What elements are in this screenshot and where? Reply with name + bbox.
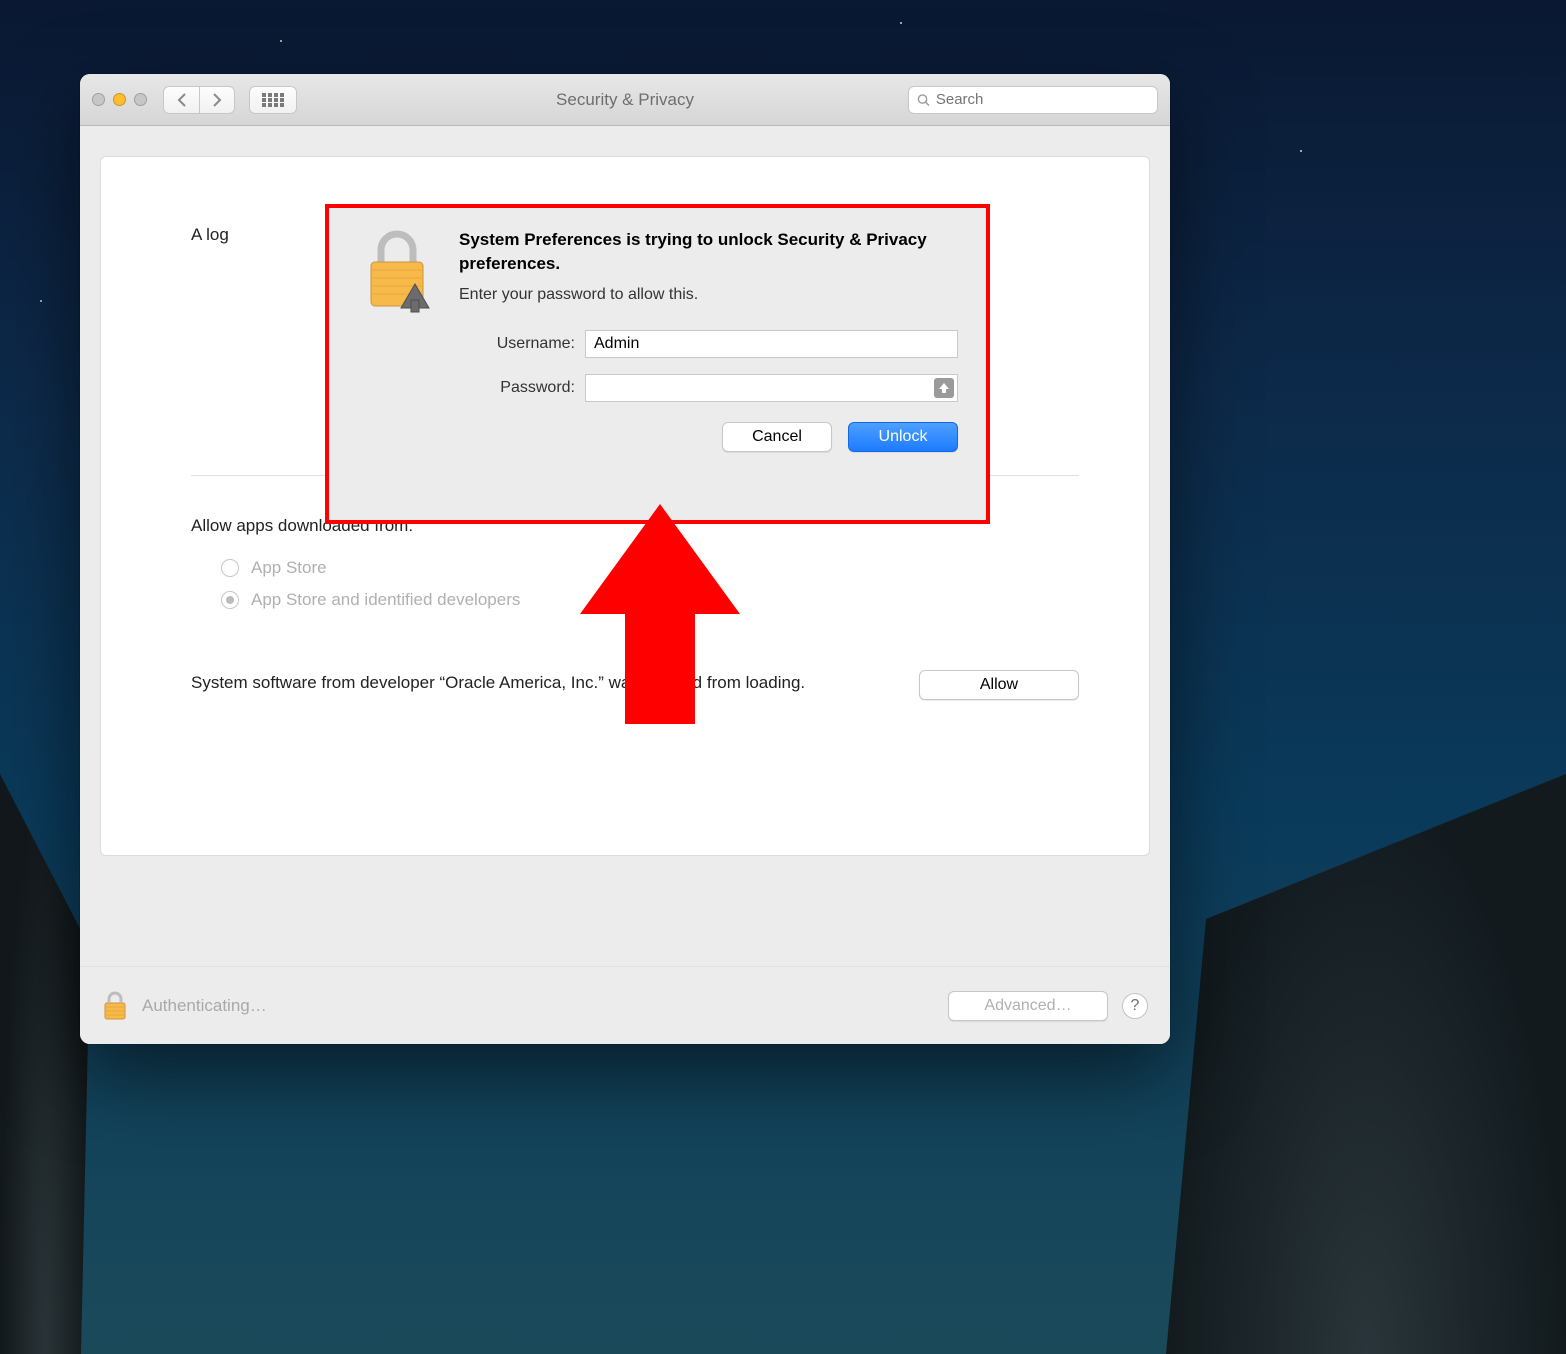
search-icon — [917, 93, 930, 107]
auth-status-label: Authenticating… — [142, 996, 267, 1016]
back-button[interactable] — [163, 86, 199, 114]
search-input[interactable] — [936, 91, 1149, 108]
background-rocks-right — [1166, 774, 1566, 1354]
annotation-arrow-icon — [580, 504, 740, 724]
cancel-button[interactable]: Cancel — [722, 422, 832, 452]
radio-app-store-label: App Store — [251, 558, 327, 578]
background-rocks-left — [0, 774, 90, 1354]
unlock-button[interactable]: Unlock — [848, 422, 958, 452]
auth-dialog-title: System Preferences is trying to unlock S… — [459, 228, 958, 276]
auth-dialog: System Preferences is trying to unlock S… — [325, 204, 990, 524]
preferences-window: Security & Privacy A log Allow apps down… — [80, 74, 1170, 1044]
forward-button[interactable] — [199, 86, 235, 114]
radio-icon — [221, 559, 239, 577]
search-field-wrap[interactable] — [908, 86, 1158, 114]
radio-icon — [221, 591, 239, 609]
radio-identified-label: App Store and identified developers — [251, 590, 520, 610]
nav-buttons — [163, 86, 235, 114]
allow-button[interactable]: Allow — [919, 670, 1079, 700]
auth-dialog-subtitle: Enter your password to allow this. — [459, 286, 958, 304]
zoom-window-button[interactable] — [134, 93, 147, 106]
show-all-button[interactable] — [249, 86, 297, 114]
auth-lock-icon — [357, 228, 437, 452]
caps-lock-icon — [934, 378, 954, 398]
window-footer: Authenticating… Advanced… ? — [80, 966, 1170, 1044]
window-controls — [92, 93, 147, 106]
username-input[interactable] — [585, 330, 958, 358]
advanced-button[interactable]: Advanced… — [948, 991, 1108, 1021]
close-window-button[interactable] — [92, 93, 105, 106]
password-input[interactable] — [585, 374, 958, 402]
username-label: Username: — [459, 335, 575, 353]
help-button[interactable]: ? — [1122, 993, 1148, 1019]
lock-icon[interactable] — [102, 991, 128, 1021]
password-label: Password: — [459, 379, 575, 397]
titlebar: Security & Privacy — [80, 74, 1170, 126]
minimize-window-button[interactable] — [113, 93, 126, 106]
